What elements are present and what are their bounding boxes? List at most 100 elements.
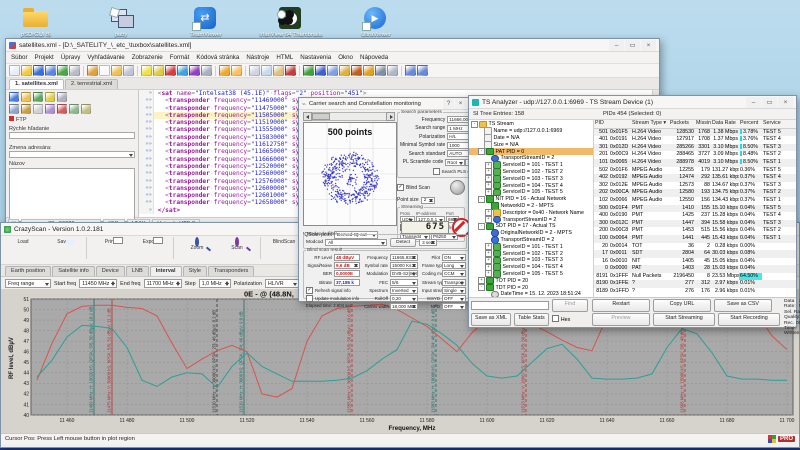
constellation-titlebar[interactable]: ⌁ Carrier search and Constellation monit… xyxy=(299,98,469,110)
scan-button[interactable]: Scan xyxy=(218,237,256,253)
coding-mode-value[interactable]: CCM xyxy=(442,270,466,277)
issyd-value[interactable]: OFF xyxy=(442,295,466,302)
editor-close-button[interactable]: × xyxy=(641,40,656,51)
save-as-csv-button[interactable]: Save as CSV xyxy=(714,299,772,312)
desktop-icon-irfanview[interactable]: IrfanView 64 Thumbnails xyxy=(255,6,327,39)
start-recording-button[interactable]: Start Recording xyxy=(718,313,780,326)
pid-row[interactable]: 4020x0192MPEG Audio12474292135.61 kbps0.… xyxy=(594,174,796,182)
color-icon[interactable] xyxy=(339,65,350,76)
menu-projekt[interactable]: Projekt xyxy=(35,54,54,61)
npd-value[interactable]: OFF xyxy=(442,303,466,310)
print-button[interactable]: Print xyxy=(91,237,129,247)
format-icon[interactable] xyxy=(303,65,314,76)
copy-url-button[interactable]: Copy URL xyxy=(653,299,711,312)
menu-k-dov-str-nka[interactable]: Kódová stránka xyxy=(196,54,239,61)
pid-row[interactable]: 170x0011SDT28046430.03 kbps0.08% xyxy=(594,250,796,258)
pid-row[interactable]: 3010x012DH.264 Video28526633013.10 Mbps8… xyxy=(594,144,796,152)
file-list[interactable] xyxy=(9,168,135,222)
menu-nastavenia[interactable]: Nastavenia xyxy=(300,54,331,61)
pid-row[interactable]: 81910x1FFFNull Packets2196450823.53 Mbps… xyxy=(594,273,796,281)
column-header-stream-type[interactable]: Stream Type ▾ xyxy=(631,120,669,128)
undo-icon[interactable] xyxy=(219,65,230,76)
polarization-select[interactable]: HL/VR xyxy=(265,279,299,288)
pilcrow-icon[interactable] xyxy=(315,65,326,76)
tree-item[interactable]: DateTime = 15. 12. 2023 18:51:24 xyxy=(469,291,593,297)
scroll-left-icon[interactable] xyxy=(303,112,312,121)
pid-row[interactable]: 81900x1FFE?2773122.97 kbps0.01% xyxy=(594,280,796,288)
panel-tool-icon-4[interactable] xyxy=(57,92,67,102)
menu-form-t[interactable]: Formát xyxy=(170,54,190,61)
window-split-icon[interactable] xyxy=(387,65,398,76)
panel-tool-icon-0[interactable] xyxy=(9,92,19,102)
pid-row[interactable]: 5000x01F4PMT141015515.10 kbps0.04%TEST 5 xyxy=(594,205,796,213)
panel-tool-icon-2[interactable] xyxy=(33,92,43,102)
change-dir-select[interactable] xyxy=(9,151,135,158)
search-pls-checkbox[interactable] xyxy=(433,168,440,175)
restart-button[interactable]: Restart xyxy=(592,299,650,312)
fec-value[interactable]: 5/6 xyxy=(390,279,418,286)
replace-icon[interactable] xyxy=(153,65,164,76)
delete-icon[interactable] xyxy=(285,65,296,76)
tab-2-terrestrial-xml[interactable]: 2. terrestrial.xml xyxy=(65,79,118,89)
constellation-help-button[interactable]: ? xyxy=(443,98,454,109)
rolloff-value[interactable]: 0,20 xyxy=(390,295,418,302)
menu-s-bor[interactable]: Súbor xyxy=(11,54,28,61)
column-header-percent[interactable]: Percent xyxy=(739,120,762,128)
pid-row[interactable]: 160x0010NIT14054515.05 kbps0.04% xyxy=(594,258,796,266)
satellite-dish-button[interactable] xyxy=(450,180,465,195)
tab-interval[interactable]: Interval xyxy=(150,266,182,276)
ts-maximize-button[interactable]: ▭ xyxy=(762,97,777,108)
tab-transponders[interactable]: Transponders xyxy=(208,266,254,276)
refresh-signal-info-checkbox[interactable]: ✓ xyxy=(306,287,313,294)
pid-row[interactable]: 2010x00C9H.264 Video28846537273.09 Mbps8… xyxy=(594,151,796,159)
print-preview-icon[interactable] xyxy=(201,65,212,76)
spell-icon[interactable] xyxy=(189,65,200,76)
step-input[interactable]: 1,0 MHz xyxy=(199,279,231,288)
new-doc-icon[interactable] xyxy=(99,65,110,76)
signal-noise-value[interactable]: 9,6 dB xyxy=(334,262,360,269)
collapse-icon[interactable]: - xyxy=(478,148,485,155)
paste-icon[interactable] xyxy=(273,65,284,76)
tab-lnb[interactable]: LNB xyxy=(126,266,149,276)
scroll-right-icon[interactable] xyxy=(386,112,395,121)
editor-maximize-button[interactable]: ▭ xyxy=(625,40,640,51)
pid-row[interactable]: 2020x00CAMPEG Audio12580193134.75 kbps0.… xyxy=(594,189,796,197)
pilot-value[interactable]: ON xyxy=(442,254,466,261)
desktop-icon-putty[interactable]: putty xyxy=(85,6,157,39)
start-freq-input[interactable]: 11450 MHz xyxy=(79,279,117,288)
panel-tool-icon-1[interactable] xyxy=(21,92,31,102)
input-stream-value[interactable]: Single xyxy=(442,287,466,294)
pid-row[interactable]: 4000x0190PMT142523715.28 kbps0.04%TEST 4 xyxy=(594,212,796,220)
pl-scramble-select[interactable]: Root xyxy=(445,159,465,166)
editor-titlebar[interactable]: satellites.xml - [D:\_SATELITY_\_etc_\tu… xyxy=(6,39,659,52)
panel-tool-icon-10[interactable] xyxy=(69,104,79,114)
tree-item[interactable]: OriginalNetworkID = 2 - MPTS xyxy=(469,230,593,237)
blind-scan-checkbox[interactable]: ✓ xyxy=(397,184,404,191)
column-header-packets[interactable]: Packets xyxy=(669,120,695,128)
start-streaming-button[interactable]: Start Streaming xyxy=(653,313,715,326)
wrap-icon[interactable] xyxy=(327,65,338,76)
column-header-data-rate[interactable]: Data Rate xyxy=(711,120,739,128)
ts-minimize-button[interactable]: – xyxy=(746,97,761,108)
history-icon[interactable] xyxy=(123,65,134,76)
save-all-icon[interactable] xyxy=(45,65,56,76)
tab-style[interactable]: Style xyxy=(183,266,207,276)
bitrate-value[interactable]: 37,185 k xyxy=(334,279,360,286)
ber-value[interactable]: 0,0000E xyxy=(334,270,360,277)
detect-button[interactable]: Detect xyxy=(390,238,416,247)
collapse-icon[interactable]: - xyxy=(478,284,485,291)
quick-search-input[interactable] xyxy=(9,132,135,139)
pid-row[interactable]: 3000x012CPMT144739415.58 kbps0.04%TEST 3 xyxy=(594,220,796,228)
pid-row[interactable]: 4010x0191H.264 Video12791717081.37 Mbps3… xyxy=(594,136,796,144)
save-as-xml-button[interactable]: Save as XML xyxy=(471,313,511,326)
save-button[interactable]: Save xyxy=(44,237,82,247)
panel-tool-icon-9[interactable] xyxy=(57,104,67,114)
copy-icon[interactable] xyxy=(261,65,272,76)
pid-row[interactable]: 1010x0065H.264 Video28897840193.10 Mbps8… xyxy=(594,159,796,167)
zoom-button[interactable]: Zoom xyxy=(178,237,216,253)
pid-row[interactable]: 1020x0066MPEG Audio12550156134.43 kbps0.… xyxy=(594,197,796,205)
symbol-rate-value[interactable]: 15000 Ks xyxy=(390,262,418,269)
update-modulation-info-checkbox[interactable] xyxy=(306,295,313,302)
tree-item[interactable]: -NIT PID = 16 - Actual Network xyxy=(469,196,593,203)
collapse-icon[interactable]: - xyxy=(471,121,478,128)
